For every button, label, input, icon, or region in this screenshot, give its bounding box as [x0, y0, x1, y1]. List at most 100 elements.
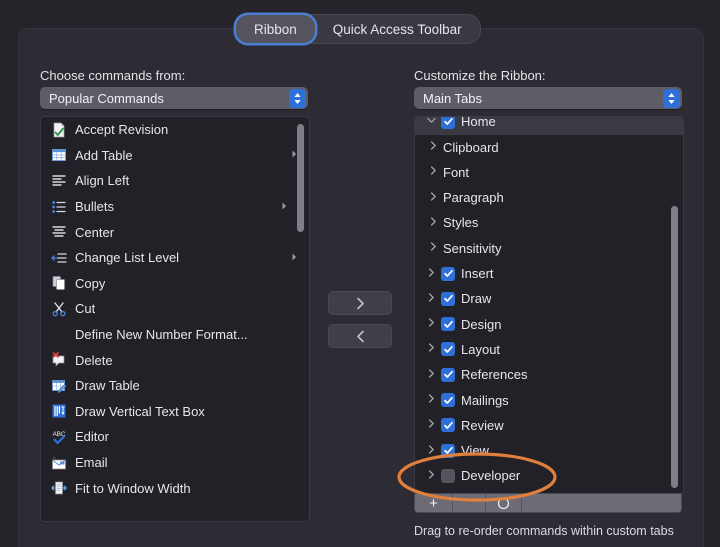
ribbon-tree-item[interactable]: Mailings: [415, 387, 683, 413]
center-icon: [51, 224, 67, 240]
command-list-item[interactable]: Center: [41, 219, 309, 245]
ribbon-tree-item[interactable]: References: [415, 362, 683, 388]
chevron-right-icon[interactable]: [427, 217, 439, 229]
ribbon-tree-item-label: Home: [461, 117, 496, 129]
ribbon-tab-checkbox[interactable]: [441, 292, 455, 306]
ribbon-tree-item-label: Design: [461, 317, 501, 332]
command-list-item[interactable]: Accept Revision: [41, 117, 309, 143]
command-list-item[interactable]: Copy: [41, 271, 309, 297]
ribbon-tree-item[interactable]: Styles: [415, 210, 683, 236]
tab-quick-access-toolbar[interactable]: Quick Access Toolbar: [315, 15, 480, 43]
add-tab-button[interactable]: +: [415, 494, 453, 512]
tab-ribbon[interactable]: Ribbon: [236, 15, 315, 43]
ribbon-tree-item-label: Mailings: [461, 393, 509, 408]
ribbon-tab-checkbox[interactable]: [441, 117, 455, 129]
ribbon-tree-item-label: Sensitivity: [443, 241, 502, 256]
chevron-right-icon[interactable]: [425, 318, 437, 330]
ribbon-tree-item[interactable]: Font: [415, 160, 683, 186]
remove-command-button[interactable]: [328, 324, 392, 348]
customize-ribbon-dropdown[interactable]: Main Tabs: [414, 87, 682, 109]
ribbon-tab-checkbox[interactable]: [441, 418, 455, 432]
ribbon-tree-item[interactable]: Insert: [415, 261, 683, 287]
ribbon-tab-checkbox[interactable]: [441, 368, 455, 382]
submenu-arrow-icon[interactable]: [282, 202, 287, 212]
ribbon-tab-checkbox[interactable]: [441, 393, 455, 407]
ribbon-tree-toolbar[interactable]: +: [414, 493, 682, 513]
dialog-window: Ribbon Quick Access Toolbar Choose comma…: [0, 0, 720, 547]
chevron-right-icon[interactable]: [427, 141, 439, 153]
command-list-item-label: Accept Revision: [75, 122, 168, 137]
ribbon-tab-checkbox[interactable]: [441, 469, 455, 483]
segmented-tabs[interactable]: Ribbon Quick Access Toolbar: [235, 14, 481, 44]
choose-commands-dropdown[interactable]: Popular Commands: [40, 87, 308, 109]
ribbon-tree-item-label: Paragraph: [443, 190, 504, 205]
ribbon-tree-scrollbar[interactable]: [670, 122, 679, 489]
command-list-item[interactable]: Fit to Window Width: [41, 475, 309, 501]
chevron-right-icon[interactable]: [425, 470, 437, 482]
chevron-right-icon[interactable]: [425, 369, 437, 381]
accept-revision-icon: [51, 122, 67, 138]
ribbon-tab-checkbox[interactable]: [441, 317, 455, 331]
chevron-right-icon[interactable]: [427, 192, 439, 204]
chevron-right-icon[interactable]: [425, 445, 437, 457]
circle-icon: [497, 497, 510, 510]
ribbon-tree-listbox[interactable]: Home ClipboardFont Paragraph Styles Sensitiv…: [414, 116, 684, 495]
command-list-item[interactable]: Define New Number Format...: [41, 322, 309, 348]
ribbon-tree-item[interactable]: Clipboard: [415, 134, 683, 160]
ribbon-tree-item[interactable]: Paragraph: [415, 185, 683, 211]
delete-icon: [51, 352, 67, 368]
draw-table-icon: [51, 378, 67, 394]
editor-icon: ABC: [51, 429, 67, 445]
chevron-right-icon[interactable]: [425, 343, 437, 355]
toolbar-spacer-cell: [453, 494, 486, 512]
command-list-item-label: Center: [75, 225, 114, 240]
ribbon-tree-item[interactable]: View: [415, 438, 683, 464]
command-list-item[interactable]: Delete: [41, 347, 309, 373]
chevron-updown-icon[interactable]: [663, 89, 680, 108]
command-list-item[interactable]: Add Table: [41, 143, 309, 169]
fit-to-window-width-icon: [51, 480, 67, 496]
copy-icon: [51, 275, 67, 291]
options-menu-button[interactable]: [486, 494, 522, 512]
command-list-item-label: Align Left: [75, 173, 129, 188]
ribbon-tree-item[interactable]: Design: [415, 311, 683, 337]
chevron-right-icon[interactable]: [425, 419, 437, 431]
command-list-item[interactable]: Draw Table: [41, 373, 309, 399]
ribbon-tree-item[interactable]: Layout: [415, 337, 683, 363]
command-list-item[interactable]: Cut: [41, 296, 309, 322]
ribbon-tree-item[interactable]: Developer: [415, 463, 683, 489]
chevron-updown-icon[interactable]: [289, 89, 306, 108]
chevron-right-icon[interactable]: [425, 268, 437, 280]
ribbon-tab-checkbox[interactable]: [441, 267, 455, 281]
command-list-item[interactable]: Bullets: [41, 194, 309, 220]
ribbon-tree-item[interactable]: Home: [415, 117, 683, 135]
change-list-level-icon: [51, 250, 67, 266]
commands-listbox[interactable]: Accept Revision Add Table Align Left Bullet…: [40, 116, 310, 522]
chevron-right-icon[interactable]: [427, 242, 439, 254]
command-list-item[interactable]: Draw Vertical Text Box: [41, 399, 309, 425]
command-list-item[interactable]: Change List Level: [41, 245, 309, 271]
ribbon-tab-checkbox[interactable]: [441, 342, 455, 356]
cut-icon: [51, 301, 67, 317]
command-list-item-label: Email: [75, 455, 108, 470]
ribbon-tree-item[interactable]: Draw: [415, 286, 683, 312]
command-list-item[interactable]: Email: [41, 450, 309, 476]
command-list-item-label: Cut: [75, 301, 95, 316]
ribbon-tree-item-label: Layout: [461, 342, 500, 357]
command-list-item-label: Draw Vertical Text Box: [75, 404, 205, 419]
ribbon-tab-checkbox[interactable]: [441, 444, 455, 458]
chevron-right-icon[interactable]: [427, 166, 439, 178]
command-list-item-label: Bullets: [75, 199, 114, 214]
ribbon-tree-scrollbar-thumb[interactable]: [671, 206, 678, 488]
chevron-right-icon[interactable]: [425, 293, 437, 305]
chevron-right-icon[interactable]: [425, 394, 437, 406]
command-list-item[interactable]: Align Left: [41, 168, 309, 194]
commands-list-scrollbar[interactable]: [296, 122, 305, 516]
commands-list-scrollbar-thumb[interactable]: [297, 124, 304, 232]
chevron-down-icon[interactable]: [425, 117, 437, 128]
ribbon-tree-item[interactable]: Review: [415, 413, 683, 439]
ribbon-tree-item[interactable]: Sensitivity: [415, 236, 683, 262]
command-list-item-label: Add Table: [75, 148, 133, 163]
add-command-button[interactable]: [328, 291, 392, 315]
command-list-item[interactable]: ABCEditor: [41, 424, 309, 450]
